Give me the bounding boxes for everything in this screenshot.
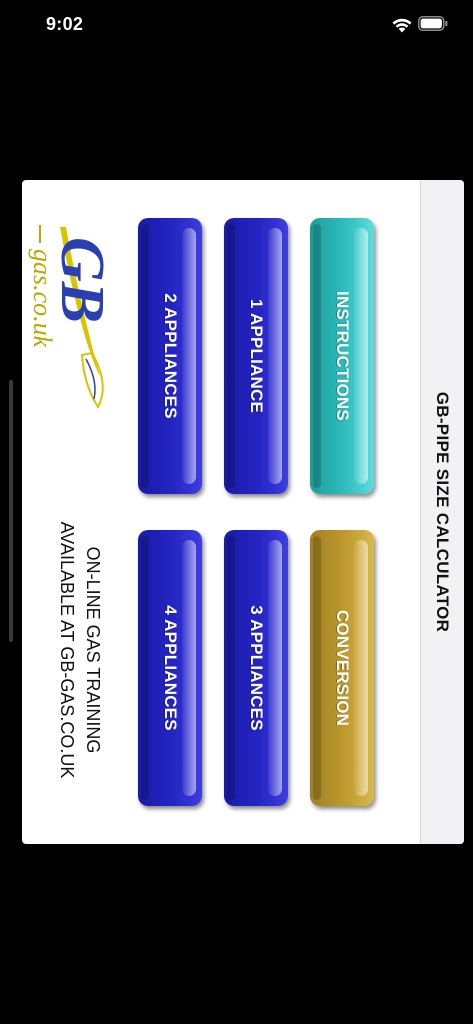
logo-letters: GB bbox=[48, 237, 116, 323]
battery-icon bbox=[418, 16, 448, 31]
logo-domain: gas.co.uk bbox=[28, 249, 57, 348]
status-time: 9:02 bbox=[46, 14, 84, 34]
two-appliances-button[interactable]: 2 APPLIANCES bbox=[138, 218, 202, 494]
conversion-button[interactable]: CONVERSION bbox=[310, 530, 374, 806]
two-appliances-button-label: 2 APPLIANCES bbox=[161, 293, 180, 419]
gb-gas-logo: GB gas.co.uk bbox=[28, 225, 116, 409]
three-appliances-button[interactable]: 3 APPLIANCES bbox=[224, 530, 288, 806]
instructions-button[interactable]: INSTRUCTIONS bbox=[310, 218, 374, 494]
four-appliances-button[interactable]: 4 APPLIANCES bbox=[138, 530, 202, 806]
wifi-icon bbox=[392, 18, 412, 33]
app-content-card: GB-PIPE SIZE CALCULATOR INSTRUCTIONS CON… bbox=[22, 180, 464, 844]
one-appliance-button-label: 1 APPLIANCE bbox=[247, 299, 266, 413]
conversion-button-label: CONVERSION bbox=[333, 609, 352, 727]
four-appliances-button-label: 4 APPLIANCES bbox=[161, 605, 180, 731]
one-appliance-button[interactable]: 1 APPLIANCE bbox=[224, 218, 288, 494]
promo-line-2: AVAILABLE AT GB-GAS.CO.UK bbox=[57, 521, 77, 779]
scroll-indicator[interactable] bbox=[9, 380, 13, 642]
status-bar: 9:02 bbox=[0, 0, 473, 52]
page-title: GB-PIPE SIZE CALCULATOR bbox=[433, 391, 452, 633]
promo-line-1: ON-LINE GAS TRAINING bbox=[83, 546, 103, 754]
three-appliances-button-label: 3 APPLIANCES bbox=[247, 605, 266, 731]
screen: 9:02 GB-PIPE SIZE CALCULATOR INSTRUCTION… bbox=[0, 0, 473, 1024]
promo-text: ON-LINE GAS TRAINING AVAILABLE AT GB-GAS… bbox=[54, 522, 106, 779]
instructions-button-label: INSTRUCTIONS bbox=[333, 291, 352, 421]
